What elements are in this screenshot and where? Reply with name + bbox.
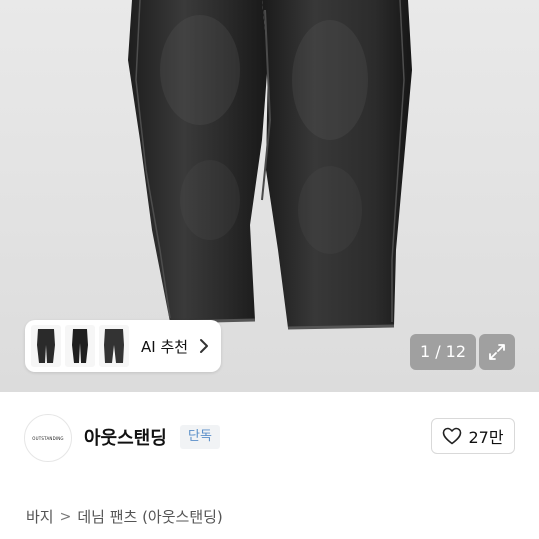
chevron-right-icon (200, 339, 208, 353)
brand-logo-text: OUTSTANDING (32, 435, 64, 441)
like-count: 27만 (468, 428, 504, 447)
ai-thumbnail-1 (31, 325, 61, 367)
heart-outline-icon (443, 427, 462, 445)
ai-thumbnail-3 (99, 325, 129, 367)
breadcrumb-category[interactable]: 바지 (26, 506, 54, 527)
image-pager-indicator: 1 / 12 (410, 334, 476, 370)
expand-arrows-icon (489, 344, 505, 360)
ai-thumbnail-2 (65, 325, 95, 367)
exclusive-badge: 단독 (180, 425, 220, 449)
brand-row: OUTSTANDING 아웃스탠딩 단독 27만 (0, 392, 539, 482)
brand-logo[interactable]: OUTSTANDING (24, 414, 72, 462)
brand-like-button[interactable]: 27만 (431, 418, 515, 454)
breadcrumb: 바지 > 데님 팬츠 (아웃스탠딩) (26, 506, 223, 527)
ai-recommend-button[interactable]: AI 추천 (25, 320, 221, 372)
brand-name-link[interactable]: 아웃스탠딩 (84, 424, 167, 450)
ai-recommend-label: AI 추천 (141, 337, 189, 356)
breadcrumb-item[interactable]: 데님 팬츠 (아웃스탠딩) (77, 506, 222, 527)
ai-thumbnail-strip (31, 325, 129, 367)
product-image-gallery[interactable]: AI 추천 1 / 12 (0, 0, 539, 392)
breadcrumb-separator: > (59, 508, 72, 525)
expand-image-button[interactable] (479, 334, 515, 370)
product-page: AI 추천 1 / 12 OUTSTANDING 아웃스탠딩 단독 27만 바지… (0, 0, 539, 539)
